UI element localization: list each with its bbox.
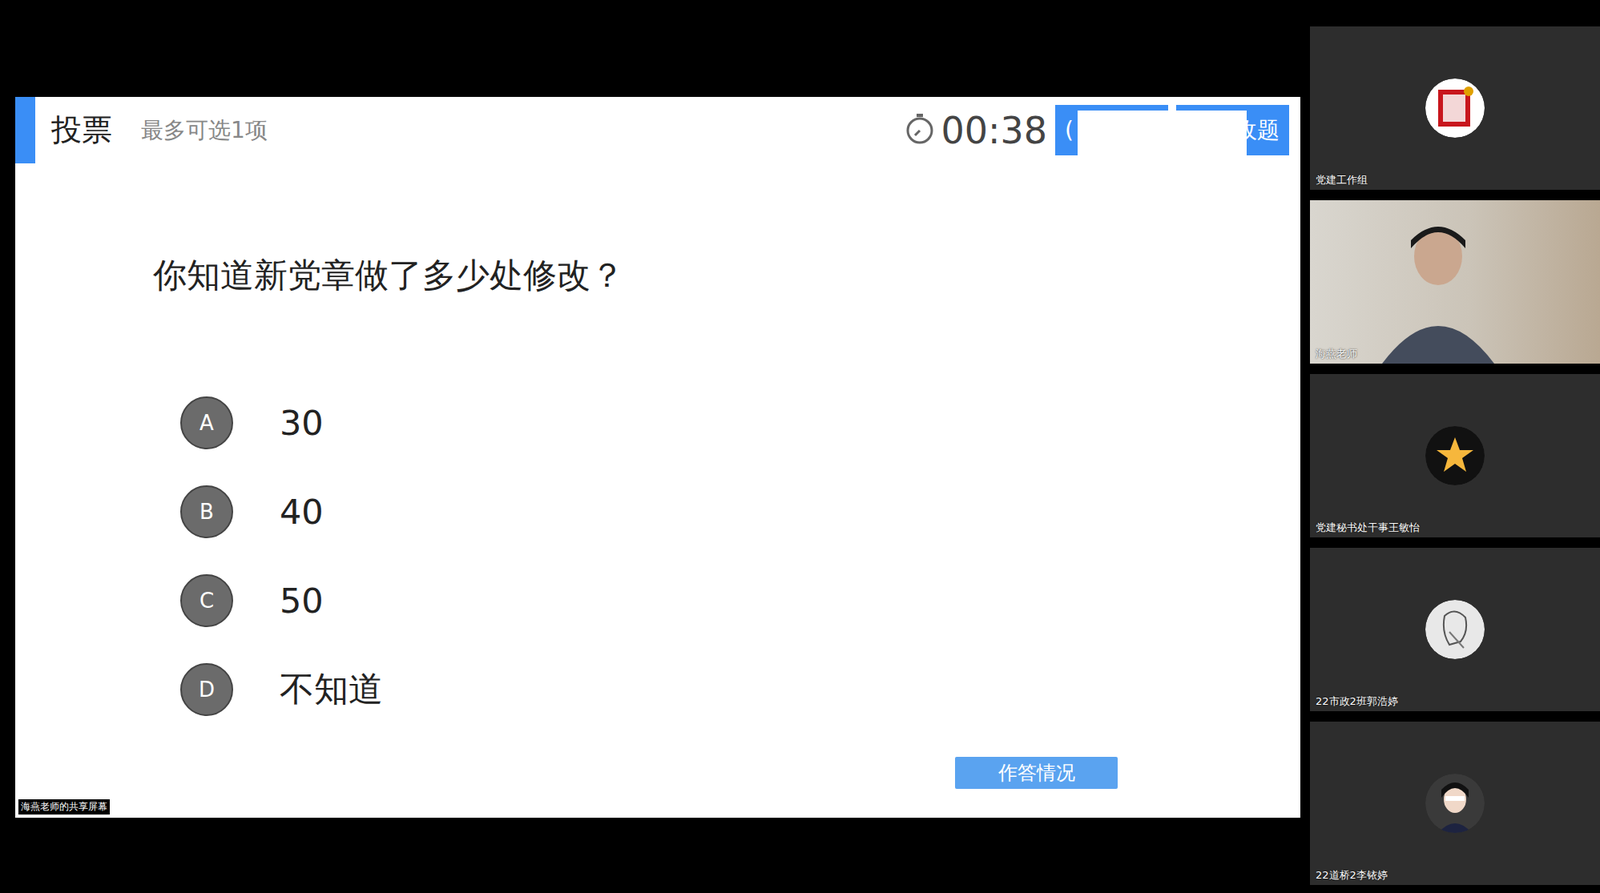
- logo-avatar-icon: [1425, 78, 1485, 138]
- timer: 00:38: [905, 108, 1048, 153]
- video-frame: [1382, 216, 1495, 364]
- spacer: [267, 96, 907, 164]
- participant-name: 22道桥2李铱婷: [1315, 868, 1388, 883]
- option-row[interactable]: B 40: [180, 485, 1301, 539]
- participant-tile[interactable]: 22道桥2李铱婷: [1309, 721, 1600, 886]
- option-row[interactable]: A 30: [180, 396, 1301, 450]
- timer-text: 00:38: [940, 108, 1048, 153]
- participant-tile[interactable]: 22市政2班郭浩婷: [1309, 548, 1600, 712]
- participant-name: 22市政2班郭浩婷: [1315, 694, 1399, 710]
- participant-tile[interactable]: 党建工作组: [1309, 26, 1600, 190]
- option-text[interactable]: 50: [279, 580, 324, 621]
- option-text[interactable]: 40: [279, 491, 324, 532]
- participant-list: 党建工作组海燕老师党建秘书处干事王敏怡 22市政2班郭浩婷 22道桥2李铱婷: [1309, 26, 1600, 886]
- share-label: 海燕老师的共享屏幕: [18, 799, 110, 815]
- options-list: A 30 B 40 C 50 D 不知道: [180, 396, 1301, 717]
- accent-bar: [15, 96, 36, 164]
- sketch-avatar-icon: [1425, 600, 1485, 660]
- answers-button[interactable]: 作答情况: [955, 757, 1118, 790]
- header-buttons: (收题: [1055, 104, 1290, 156]
- option-letter[interactable]: A: [180, 396, 234, 450]
- option-row[interactable]: D 不知道: [180, 663, 1301, 717]
- vote-header: 投票最多可选1项 00:38(收题: [15, 96, 1301, 164]
- option-letter[interactable]: D: [180, 663, 234, 717]
- vote-title: 投票: [35, 109, 113, 151]
- participant-tile[interactable]: 海燕老师: [1309, 200, 1600, 364]
- option-row[interactable]: C 50: [180, 574, 1301, 628]
- option-letter[interactable]: B: [180, 485, 234, 539]
- star-avatar-icon: [1425, 426, 1485, 486]
- vote-hint: 最多可选1项: [112, 115, 268, 146]
- question: 你知道新党章做了多少处修改？: [153, 253, 1301, 299]
- participant-name: 党建工作组: [1315, 173, 1368, 188]
- redaction-cover: [1077, 110, 1247, 156]
- stopwatch-icon: [905, 112, 935, 149]
- participant-name: 海燕老师: [1315, 346, 1358, 362]
- participant-tile[interactable]: 党建秘书处干事王敏怡: [1309, 374, 1600, 538]
- option-text[interactable]: 不知道: [279, 666, 383, 714]
- option-letter[interactable]: C: [180, 574, 234, 628]
- participant-name: 党建秘书处干事王敏怡: [1315, 520, 1420, 536]
- option-text[interactable]: 30: [279, 403, 324, 444]
- photo-avatar-icon: [1425, 773, 1485, 834]
- shared-screen: 投票最多可选1项 00:38(收题你知道新党章做了多少处修改？ A 30 B 40 C 50 D…: [15, 96, 1301, 819]
